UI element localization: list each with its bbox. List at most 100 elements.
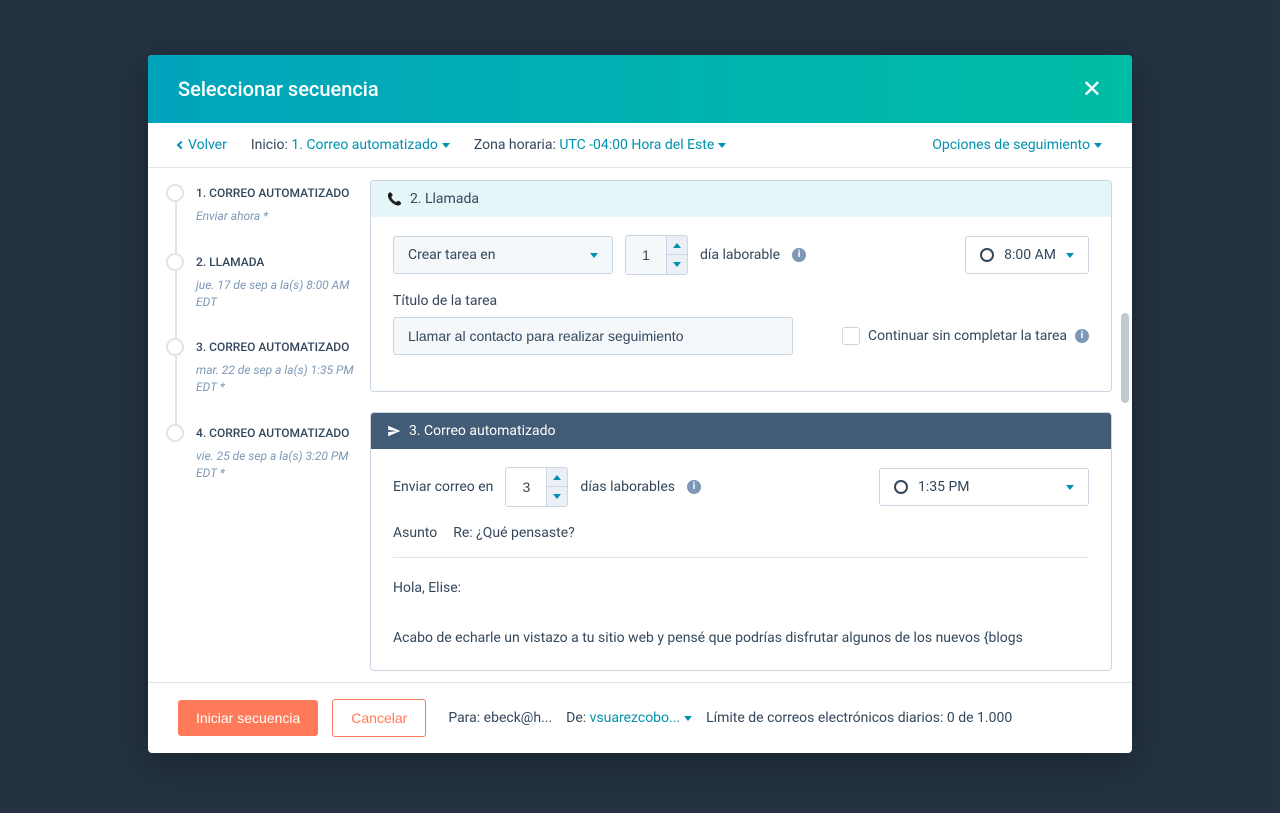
steps-sidebar: 1. CORREO AUTOMATIZADO Enviar ahora * 2.… (148, 168, 364, 682)
info-icon[interactable]: i (792, 248, 806, 262)
cancel-button[interactable]: Cancelar (332, 699, 426, 737)
modal-header: Seleccionar secuencia ✕ (148, 55, 1132, 123)
subject-row: Asunto Re: ¿Qué pensaste? (393, 525, 1089, 558)
step-title: 2. LLAMADA (196, 253, 356, 271)
subject-label: Asunto (393, 525, 437, 541)
step-subtitle: mar. 22 de sep a la(s) 1:35 PM EDT * (196, 362, 356, 396)
from-dropdown[interactable]: vsuarezcobo... (590, 710, 692, 726)
limit-label: Límite de correos electrónicos diarios: (706, 710, 943, 726)
call-card: 2. Llamada Crear tarea en (370, 180, 1112, 392)
days-stepper[interactable] (625, 235, 688, 275)
email-card-body: Enviar correo en días laborables i (371, 449, 1111, 670)
caret-up-icon (553, 475, 561, 480)
email-card-header: 3. Correo automatizado (371, 413, 1111, 449)
step-item-3[interactable]: 3. CORREO AUTOMATIZADO mar. 22 de sep a … (166, 338, 356, 424)
followup-options-dropdown[interactable]: Opciones de seguimiento (932, 137, 1102, 153)
start-dropdown[interactable]: 1. Correo automatizado (291, 137, 449, 153)
main-content: 2. Llamada Crear tarea en (364, 168, 1132, 682)
stepper-buttons (666, 236, 687, 274)
step-item-2[interactable]: 2. LLAMADA jue. 17 de sep a la(s) 8:00 A… (166, 253, 356, 339)
step-circle-icon (166, 253, 184, 271)
task-title-label: Título de la tarea (393, 293, 1089, 309)
from-label: De: (566, 710, 586, 726)
caret-down-icon (684, 716, 692, 721)
modal-title: Seleccionar secuencia (178, 77, 379, 101)
step-subtitle: jue. 17 de sep a la(s) 8:00 AM EDT (196, 277, 356, 311)
chevron-left-icon (177, 141, 185, 149)
continue-checkbox[interactable] (842, 327, 860, 345)
caret-down-icon (553, 494, 561, 499)
email-greeting: Hola, Elise: (393, 576, 1089, 601)
paper-plane-icon (387, 424, 401, 438)
send-label: Enviar correo en (393, 479, 493, 495)
sequence-modal: Seleccionar secuencia ✕ Volver Inicio: 1… (148, 55, 1132, 753)
step-subtitle: vie. 25 de sep a la(s) 3:20 PM EDT * (196, 448, 356, 482)
caret-down-icon (1066, 253, 1074, 258)
step-circle-icon (166, 424, 184, 442)
modal-footer: Iniciar secuencia Cancelar Para: ebeck@h… (148, 682, 1132, 753)
to-value: ebeck@h... (484, 710, 553, 726)
step-up-button[interactable] (667, 236, 687, 255)
limit-section: Límite de correos electrónicos diarios: … (706, 710, 1012, 726)
caret-down-icon (442, 143, 450, 148)
email-header-title: 3. Correo automatizado (409, 423, 555, 439)
step-down-button[interactable] (547, 487, 567, 506)
tz-dropdown[interactable]: UTC -04:00 Hora del Este (559, 137, 726, 153)
email-card: 3. Correo automatizado Enviar correo en … (370, 412, 1112, 671)
step-down-button[interactable] (667, 255, 687, 274)
caret-down-icon (673, 262, 681, 267)
caret-up-icon (673, 243, 681, 248)
alarm-clock-icon (894, 480, 908, 494)
timezone-section: Zona horaria: UTC -04:00 Hora del Este (474, 137, 726, 153)
step-item-1[interactable]: 1. CORREO AUTOMATIZADO Enviar ahora * (166, 184, 356, 253)
call-time-select[interactable]: 8:00 AM (965, 236, 1089, 274)
step-title: 4. CORREO AUTOMATIZADO (196, 424, 356, 442)
step-circle-icon (166, 184, 184, 202)
caret-down-icon (590, 253, 598, 258)
close-icon[interactable]: ✕ (1082, 75, 1102, 103)
info-icon[interactable]: i (1075, 329, 1089, 343)
day-label: día laborable (700, 247, 780, 263)
continue-label: Continuar sin completar la tarea (868, 328, 1067, 344)
continue-checkbox-row: Continuar sin completar la tarea i (842, 327, 1089, 345)
email-days-input[interactable] (506, 468, 546, 506)
step-up-button[interactable] (547, 468, 567, 487)
email-days-stepper[interactable] (505, 467, 568, 507)
stepper-buttons (546, 468, 567, 506)
back-label: Volver (188, 137, 227, 153)
days-input[interactable] (626, 236, 666, 274)
scrollbar[interactable] (1121, 313, 1129, 403)
modal-subheader: Volver Inicio: 1. Correo automatizado Zo… (148, 123, 1132, 168)
step-title: 3. CORREO AUTOMATIZADO (196, 338, 356, 356)
start-section: Inicio: 1. Correo automatizado (251, 137, 450, 153)
task-title-input[interactable] (393, 317, 793, 355)
to-section: Para: ebeck@h... (448, 710, 552, 726)
phone-icon (387, 191, 402, 207)
limit-value: 0 de 1.000 (947, 710, 1012, 726)
email-body[interactable]: Hola, Elise: Acabo de echarle un vistazo… (393, 576, 1089, 652)
email-time-select[interactable]: 1:35 PM (879, 468, 1089, 506)
subject-value: Re: ¿Qué pensaste? (453, 525, 575, 541)
create-task-select[interactable]: Crear tarea en (393, 236, 613, 274)
step-item-4[interactable]: 4. CORREO AUTOMATIZADO vie. 25 de sep a … (166, 424, 356, 510)
call-card-body: Crear tarea en día laborable i (371, 217, 1111, 391)
step-subtitle: Enviar ahora * (196, 208, 356, 225)
start-sequence-button[interactable]: Iniciar secuencia (178, 700, 318, 736)
email-text: Acabo de echarle un vistazo a tu sitio w… (393, 626, 1089, 651)
modal-body: 1. CORREO AUTOMATIZADO Enviar ahora * 2.… (148, 168, 1132, 682)
tz-label: Zona horaria: (474, 137, 556, 153)
call-schedule-row: Crear tarea en día laborable i (393, 235, 1089, 275)
caret-down-icon (718, 143, 726, 148)
task-title-row: Continuar sin completar la tarea i (393, 317, 1089, 355)
back-button[interactable]: Volver (178, 137, 227, 153)
caret-down-icon (1066, 485, 1074, 490)
start-label: Inicio: (251, 137, 288, 153)
caret-down-icon (1094, 143, 1102, 148)
call-header-title: 2. Llamada (410, 191, 479, 207)
from-section: De: vsuarezcobo... (566, 710, 692, 726)
step-circle-icon (166, 338, 184, 356)
email-schedule-row: Enviar correo en días laborables i (393, 467, 1089, 507)
info-icon[interactable]: i (687, 480, 701, 494)
to-label: Para: (448, 710, 480, 726)
email-day-label: días laborables (580, 479, 675, 495)
